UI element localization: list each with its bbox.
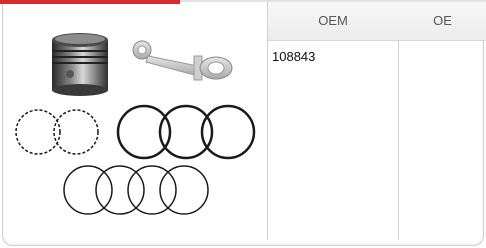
column-header-oe: OE — [433, 13, 452, 28]
oem-number: 108843 — [272, 49, 316, 64]
table-header: OEM OE — [268, 2, 486, 41]
connecting-rod-icon — [132, 40, 233, 81]
product-illustration — [15, 33, 256, 215]
piston-icon — [52, 33, 108, 96]
column-header-oem: OEM — [318, 13, 348, 28]
product-image — [6, 6, 264, 238]
piston-ring-set-icon — [15, 104, 256, 215]
accent-bar — [0, 0, 180, 4]
